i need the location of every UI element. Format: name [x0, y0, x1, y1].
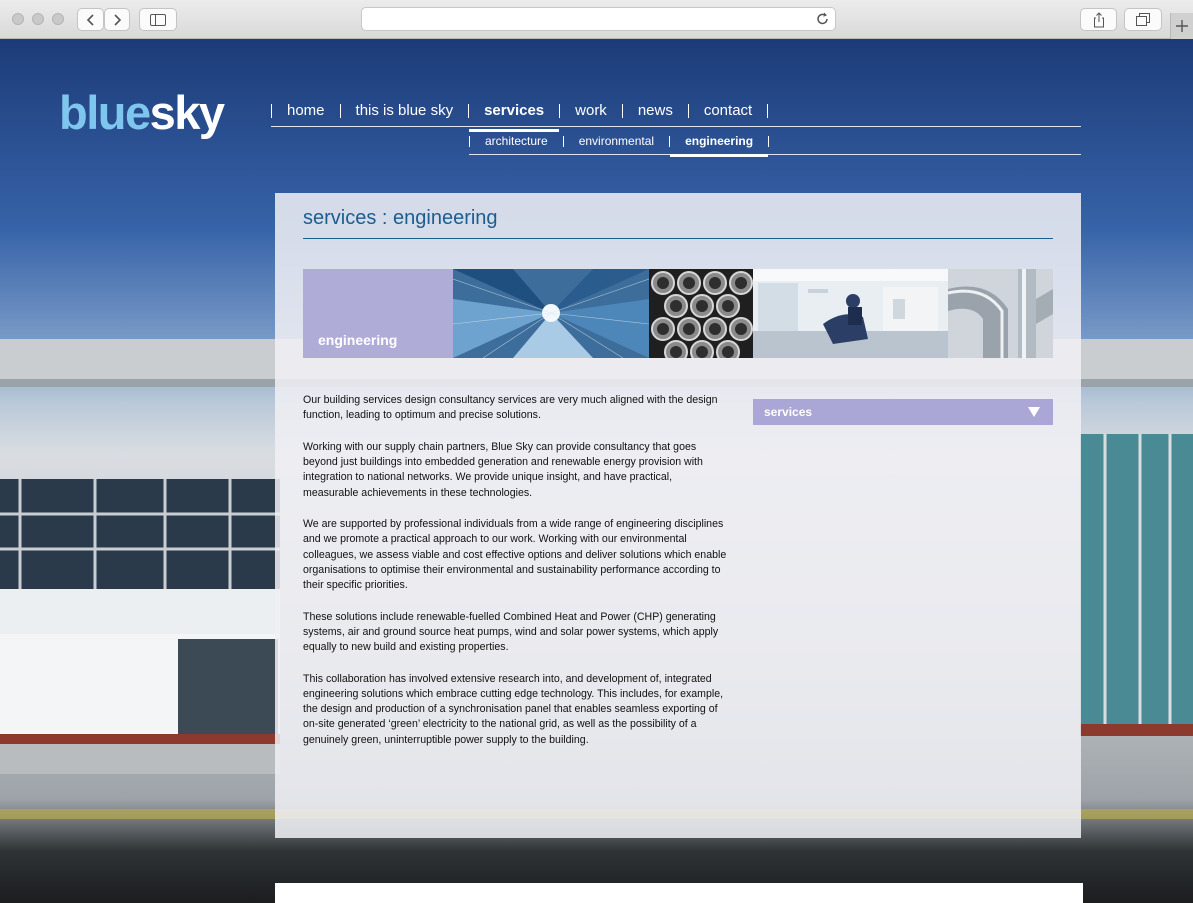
- subnav-engineering[interactable]: engineering: [670, 133, 769, 157]
- paragraph: Working with our supply chain partners, …: [303, 440, 703, 499]
- chevron-left-icon: [86, 13, 94, 26]
- back-button[interactable]: [77, 8, 104, 31]
- share-icon: [1093, 11, 1104, 27]
- nav-divider: [271, 126, 1081, 127]
- paragraph: We are supported by professional individ…: [303, 518, 727, 592]
- tabs-icon: [1136, 12, 1150, 26]
- page-title: services : engineering: [303, 207, 498, 229]
- banner-label: engineering: [318, 332, 398, 348]
- subnav-environmental[interactable]: environmental: [564, 133, 669, 149]
- service-banner: engineering: [303, 269, 1053, 358]
- page-viewport: bluesky home this is blue sky services w…: [0, 39, 1193, 903]
- tabs-overview-button[interactable]: [1124, 8, 1162, 31]
- nav-work[interactable]: work: [560, 101, 622, 121]
- plus-icon: [1176, 20, 1188, 32]
- services-dropdown[interactable]: services: [753, 399, 1053, 425]
- subnav-divider: [469, 154, 1081, 155]
- sidebar-toggle-button[interactable]: [139, 8, 177, 31]
- paragraph: Our building services design consultancy…: [303, 394, 718, 422]
- footer-bar: [275, 883, 1083, 903]
- banner-label-box: engineering: [303, 269, 453, 358]
- services-dropdown-label: services: [764, 405, 813, 419]
- nav-news[interactable]: news: [623, 101, 688, 121]
- banner-image-ducting: [948, 269, 1053, 358]
- share-button[interactable]: [1080, 8, 1117, 31]
- banner-image-pipes: [649, 269, 753, 358]
- sidebar-icon: [150, 13, 166, 26]
- zoom-window-button[interactable]: [52, 13, 64, 25]
- nav-contact[interactable]: contact: [689, 101, 767, 121]
- banner-image-clinic: [753, 269, 948, 358]
- subnav-architecture[interactable]: architecture: [470, 133, 563, 149]
- chevron-right-icon: [114, 13, 122, 26]
- nav-this-is-blue-sky[interactable]: this is blue sky: [341, 101, 469, 121]
- new-tab-button[interactable]: [1170, 13, 1193, 39]
- nav-services[interactable]: services: [469, 101, 560, 132]
- content-panel: services : engineering engineering Our b…: [275, 193, 1081, 838]
- browser-toolbar: [0, 0, 1193, 39]
- sub-nav: architecture environmental engineering: [469, 133, 770, 157]
- close-window-button[interactable]: [12, 13, 24, 25]
- address-bar[interactable]: [361, 7, 836, 31]
- nav-home[interactable]: home: [272, 101, 340, 121]
- forward-button[interactable]: [104, 8, 130, 31]
- paragraph: This collaboration has involved extensiv…: [303, 672, 724, 746]
- banner-image-skyscrapers: [453, 269, 649, 358]
- paragraph: These solutions include renewable-fuelle…: [303, 610, 719, 654]
- triangle-down-icon: [1028, 407, 1040, 417]
- reload-icon[interactable]: [816, 11, 830, 27]
- body-text: Our building services design consultancy…: [303, 393, 728, 764]
- bluesky-logo[interactable]: bluesky: [59, 89, 225, 136]
- main-nav: home this is blue sky services work news…: [271, 101, 769, 132]
- minimize-window-button[interactable]: [32, 13, 44, 25]
- title-rule: [303, 238, 1053, 239]
